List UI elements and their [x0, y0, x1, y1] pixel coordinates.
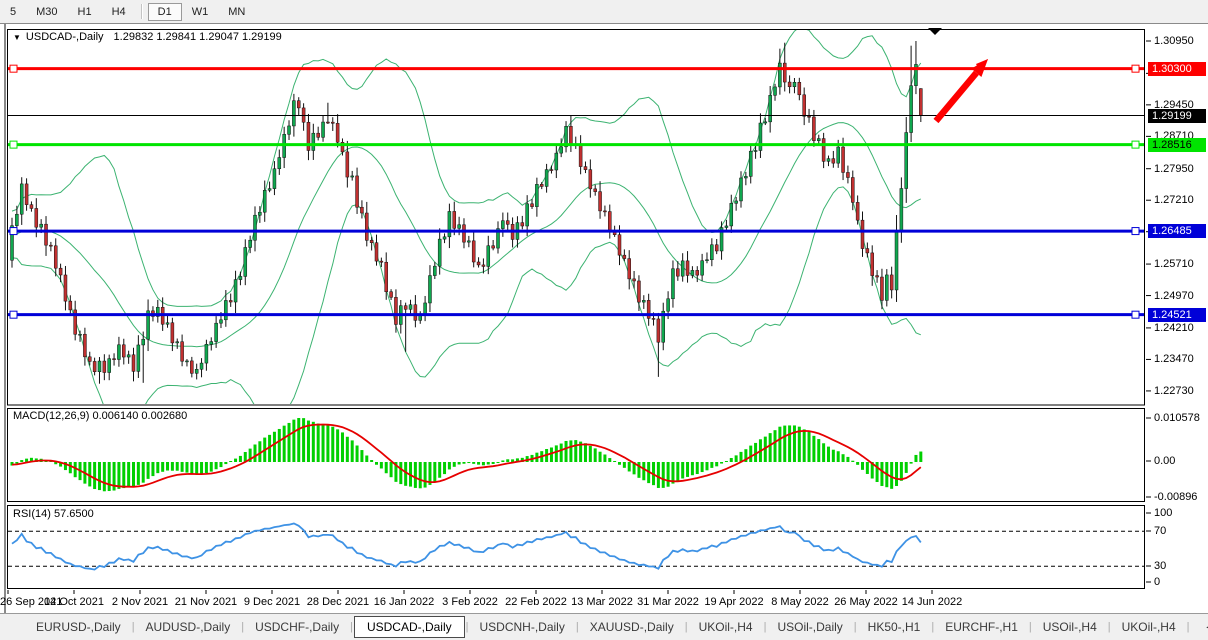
rsi-line: [12, 524, 921, 570]
date-label: 14 Jun 2022: [895, 596, 969, 608]
chart-tab-eurusd-daily[interactable]: EURUSD-,Daily: [26, 617, 131, 637]
chart-tab-ukoil-h4[interactable]: UKOil-,H4: [1112, 617, 1186, 637]
axis-label: 1.22730: [1154, 385, 1194, 398]
date-label: 8 May 2022: [763, 596, 837, 608]
line-handle[interactable]: [1132, 311, 1139, 318]
axis-label: 100: [1154, 507, 1172, 520]
price-tag: 1.28516: [1148, 138, 1206, 152]
date-label: 31 Mar 2022: [631, 596, 705, 608]
date-label: 9 Dec 2021: [235, 596, 309, 608]
line-handle[interactable]: [1132, 141, 1139, 148]
chart-tab-usdcnh-daily[interactable]: USDCNH-,Daily: [470, 617, 575, 637]
line-handle[interactable]: [1132, 228, 1139, 235]
timeframe-toolbar: 5M30H1H4 D1W1MN: [0, 0, 1208, 23]
line-handle[interactable]: [10, 141, 17, 148]
timeframe-button-mn[interactable]: MN: [218, 3, 255, 21]
price-tag: 1.30300: [1148, 62, 1206, 76]
timeframe-button-h1[interactable]: H1: [68, 3, 102, 21]
tab-separator: |: [1186, 621, 1191, 633]
price-tag: 1.24521: [1148, 308, 1206, 322]
candles-layer: [11, 41, 923, 384]
tab-scroll-left-icon[interactable]: ◄: [1204, 622, 1208, 632]
date-label: 21 Nov 2021: [169, 596, 243, 608]
axis-label: 1.24210: [1154, 322, 1194, 335]
rsi-indicator-label: RSI(14) 57.6500: [13, 508, 94, 520]
tab-scroll-arrows: ◄►: [1204, 622, 1208, 632]
price-axis: 1.309501.301901.294501.287101.279501.272…: [1146, 24, 1208, 614]
ohlc-values: 1.29832 1.29841 1.29047 1.29199: [114, 31, 282, 43]
axis-label: 1.27950: [1154, 163, 1194, 176]
date-label: 14 Oct 2021: [37, 596, 111, 608]
line-handle[interactable]: [1132, 65, 1139, 72]
chart-tab-xauusd-daily[interactable]: XAUUSD-,Daily: [580, 617, 684, 637]
timeframe-button-m30[interactable]: M30: [26, 3, 67, 21]
chart-tab-usoil-daily[interactable]: USOil-,Daily: [767, 617, 852, 637]
line-handle[interactable]: [10, 311, 17, 318]
axis-label: 0: [1154, 576, 1160, 589]
pane-frames: [8, 30, 1145, 589]
axis-label: 0.010578: [1154, 412, 1200, 425]
axis-label: 1.23470: [1154, 353, 1194, 366]
toolbar-separator: [141, 4, 143, 19]
date-label: 19 Apr 2022: [697, 596, 771, 608]
axis-label: 1.30950: [1154, 35, 1194, 48]
chart-tab-usoil-h4[interactable]: USOil-,H4: [1033, 617, 1107, 637]
axis-label: 0.00: [1154, 455, 1175, 468]
date-label: 3 Feb 2022: [433, 596, 507, 608]
chart-tab-audusd-daily[interactable]: AUDUSD-,Daily: [136, 617, 241, 637]
chart-tab-usdcad-daily[interactable]: USDCAD-,Daily: [354, 616, 465, 638]
timeframe-button-w1[interactable]: W1: [182, 3, 219, 21]
price-tag: 1.29199: [1148, 109, 1206, 123]
macd-histogram: [11, 418, 923, 491]
date-axis: 26 Sep 202114 Oct 20212 Nov 202121 Nov 2…: [0, 591, 1146, 614]
timeframe-button-h4[interactable]: H4: [102, 3, 136, 21]
macd-indicator-label: MACD(12,26,9) 0.006140 0.002680: [13, 410, 187, 422]
chart-canvas[interactable]: [0, 24, 1208, 614]
date-label: 28 Dec 2021: [301, 596, 375, 608]
axis-label: 1.25710: [1154, 258, 1194, 271]
timeframe-button-5[interactable]: 5: [0, 3, 26, 21]
chart-shift-marker-icon[interactable]: [928, 28, 942, 35]
date-label: 16 Jan 2022: [367, 596, 441, 608]
axis-label: -0.00896: [1154, 491, 1197, 504]
chart-tab-ukoil-h4[interactable]: UKOil-,H4: [689, 617, 763, 637]
horizontal-lines-layer[interactable]: [8, 65, 1144, 318]
axis-label: 1.27210: [1154, 194, 1194, 207]
symbol-label: USDCAD-,Daily: [26, 31, 104, 43]
quote-header: ▼ USDCAD-,Daily 1.29832 1.29841 1.29047 1.…: [13, 31, 282, 43]
chart-tab-usdchf-daily[interactable]: USDCHF-,Daily: [245, 617, 349, 637]
chart-tab-hk50-h1[interactable]: HK50-,H1: [858, 617, 931, 637]
price-tag: 1.26485: [1148, 224, 1206, 238]
axis-label: 1.24970: [1154, 290, 1194, 303]
chart-tab-eurchf-h1[interactable]: EURCHF-,H1: [935, 617, 1028, 637]
timeframe-button-d1[interactable]: D1: [148, 3, 182, 21]
date-label: 13 Mar 2022: [565, 596, 639, 608]
axis-label: 30: [1154, 560, 1166, 573]
chart-tab-bar: EURUSD-,Daily|AUDUSD-,Daily|USDCHF-,Dail…: [0, 613, 1208, 640]
line-handle[interactable]: [10, 228, 17, 235]
line-handle[interactable]: [10, 65, 17, 72]
chart-window: ▼ USDCAD-,Daily 1.29832 1.29841 1.29047 1.…: [0, 23, 1208, 613]
date-label: 2 Nov 2021: [103, 596, 177, 608]
date-label: 26 May 2022: [829, 596, 903, 608]
date-label: 22 Feb 2022: [499, 596, 573, 608]
symbol-dropdown-icon[interactable]: ▼: [13, 33, 21, 42]
axis-label: 70: [1154, 525, 1166, 538]
